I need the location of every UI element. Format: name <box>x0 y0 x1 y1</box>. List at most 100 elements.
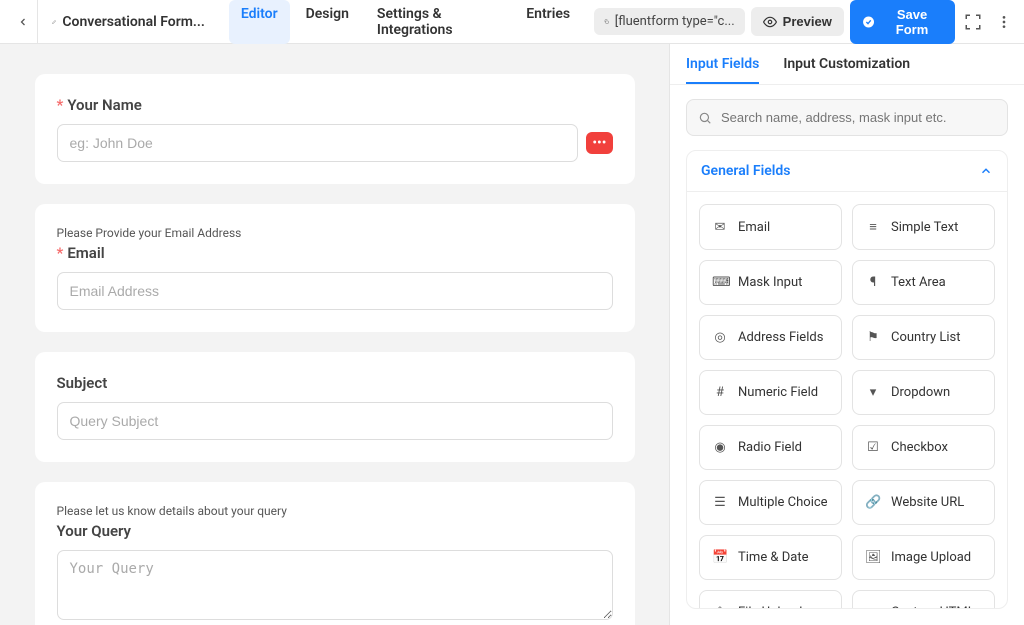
form-title[interactable]: Conversational Form... <box>44 14 213 30</box>
field-helper: Please Provide your Email Address <box>57 226 613 240</box>
save-button[interactable]: Save Form <box>850 0 955 44</box>
field-item-label: Image Upload <box>891 550 971 565</box>
tab-design[interactable]: Design <box>294 0 361 44</box>
eye-icon <box>763 15 777 29</box>
field-type-icon: ⌨ <box>712 275 728 290</box>
field-item-label: Address Fields <box>738 330 823 345</box>
pencil-icon <box>52 15 56 29</box>
topbar: Conversational Form... EditorDesignSetti… <box>0 0 1024 44</box>
field-item-simple-text[interactable]: ≡ Simple Text <box>852 204 995 250</box>
field-type-icon: ⇧ <box>712 605 728 609</box>
field-item-numeric-field[interactable]: # Numeric Field <box>699 370 842 415</box>
field-item-label: Email <box>738 220 770 235</box>
tab-editor[interactable]: Editor <box>229 0 290 44</box>
field-type-icon: ⚑ <box>865 330 881 345</box>
form-canvas[interactable]: *Your Name ••• Please Provide your Email A… <box>0 44 669 625</box>
field-input[interactable] <box>57 272 613 310</box>
field-type-icon: ◎ <box>712 330 728 345</box>
preview-button[interactable]: Preview <box>751 7 844 36</box>
field-type-icon: # <box>712 385 728 400</box>
side-tab-input-customization[interactable]: Input Customization <box>783 56 910 84</box>
field-item-custom-html[interactable]: Custom HTML <box>852 590 995 609</box>
field-item-website-url[interactable]: 🔗 Website URL <box>852 480 995 525</box>
field-item-label: Numeric Field <box>738 385 818 400</box>
chevron-up-icon <box>979 164 993 178</box>
field-type-icon: ☑ <box>865 440 881 455</box>
dots-vertical-icon <box>996 14 1012 30</box>
field-input[interactable] <box>57 124 579 162</box>
fullscreen-button[interactable] <box>961 9 985 35</box>
field-item-label: Time & Date <box>738 550 809 565</box>
field-type-icon: ≡ <box>865 219 881 235</box>
field-search-input[interactable] <box>686 99 1008 136</box>
field-item-label: Website URL <box>891 495 964 510</box>
field-item-label: Text Area <box>891 275 946 290</box>
field-item-label: Radio Field <box>738 440 802 455</box>
chevron-left-icon <box>17 16 29 28</box>
field-item-dropdown[interactable]: ▾ Dropdown <box>852 370 995 415</box>
field-item-label: Multiple Choice <box>738 495 828 510</box>
shortcode-text: [fluentform type="c... <box>615 14 735 29</box>
field-label: *Email <box>57 244 613 262</box>
main-area: *Your Name ••• Please Provide your Email A… <box>0 44 1024 625</box>
field-helper: Please let us know details about your qu… <box>57 504 613 518</box>
general-fields-section: General Fields ✉ Email ≡ Simple Text ⌨ Mask I… <box>686 150 1008 609</box>
shortcode-box[interactable]: [fluentform type="c... <box>594 8 745 35</box>
field-options-button[interactable]: ••• <box>586 132 612 154</box>
more-menu-button[interactable] <box>992 9 1016 35</box>
check-circle-icon <box>862 15 875 29</box>
field-item-image-upload[interactable]: 🖼Image Upload <box>852 535 995 580</box>
side-panel: Input Fields Input Customization General … <box>669 44 1024 625</box>
field-item-checkbox[interactable]: ☑ Checkbox <box>852 425 995 470</box>
field-grid: ✉ Email ≡ Simple Text ⌨ Mask Input ¶ Text Area ◎… <box>687 192 1007 609</box>
field-type-icon: 🔗 <box>865 495 881 510</box>
field-item-label: Mask Input <box>738 275 802 290</box>
field-item-multiple-choice[interactable]: ☰ Multiple Choice <box>699 480 842 525</box>
back-button[interactable] <box>8 0 38 44</box>
field-type-icon: ¶ <box>865 275 881 290</box>
form-field-card[interactable]: *Your Name ••• <box>35 74 635 184</box>
field-item-text-area[interactable]: ¶ Text Area <box>852 260 995 305</box>
field-item-label: Checkbox <box>891 440 948 455</box>
field-item-country-list[interactable]: ⚑ Country List <box>852 315 995 360</box>
field-item-time-date[interactable]: 📅 Time & Date <box>699 535 842 580</box>
main-tabs: EditorDesignSettings & IntegrationsEntri… <box>229 0 582 44</box>
side-tab-input-fields[interactable]: Input Fields <box>686 56 759 84</box>
field-input[interactable] <box>57 402 613 440</box>
field-label: Subject <box>57 374 613 392</box>
form-title-text: Conversational Form... <box>62 14 204 30</box>
field-label: *Your Name <box>57 96 613 114</box>
field-type-icon: 📅 <box>712 550 728 565</box>
tab-entries[interactable]: Entries <box>514 0 582 44</box>
field-type-icon: ▾ <box>865 385 881 400</box>
field-item-file-upload[interactable]: ⇧ File Upload <box>699 590 842 609</box>
field-item-mask-input[interactable]: ⌨ Mask Input <box>699 260 842 305</box>
search-wrap <box>670 85 1024 150</box>
search-icon <box>698 111 712 125</box>
field-item-email[interactable]: ✉ Email <box>699 204 842 250</box>
field-item-label: Country List <box>891 330 961 345</box>
save-label: Save Form <box>881 7 943 37</box>
field-item-radio-field[interactable]: ◉Radio Field <box>699 425 842 470</box>
side-tabs: Input Fields Input Customization <box>670 44 1024 85</box>
form-field-card[interactable]: Subject <box>35 352 635 462</box>
field-type-icon: ✉ <box>712 220 728 235</box>
field-input[interactable] <box>57 550 613 620</box>
form-field-card[interactable]: Please let us know details about your qu… <box>35 482 635 625</box>
form-field-card[interactable]: Please Provide your Email Address *Email <box>35 204 635 332</box>
general-fields-toggle[interactable]: General Fields <box>687 151 1007 192</box>
required-asterisk: * <box>57 96 64 114</box>
required-asterisk: * <box>57 244 64 262</box>
field-item-label: Custom HTML <box>891 605 975 609</box>
fullscreen-icon <box>964 13 982 31</box>
section-title: General Fields <box>701 163 790 179</box>
field-item-label: Simple Text <box>891 220 958 235</box>
field-type-icon: ☰ <box>712 495 728 510</box>
field-item-address-fields[interactable]: ◎ Address Fields <box>699 315 842 360</box>
field-item-label: File Upload <box>738 605 802 609</box>
tab-settings-integrations[interactable]: Settings & Integrations <box>365 0 510 44</box>
preview-label: Preview <box>783 14 832 29</box>
field-label: Your Query <box>57 522 613 540</box>
copy-icon <box>604 15 609 28</box>
field-item-label: Dropdown <box>891 385 950 400</box>
